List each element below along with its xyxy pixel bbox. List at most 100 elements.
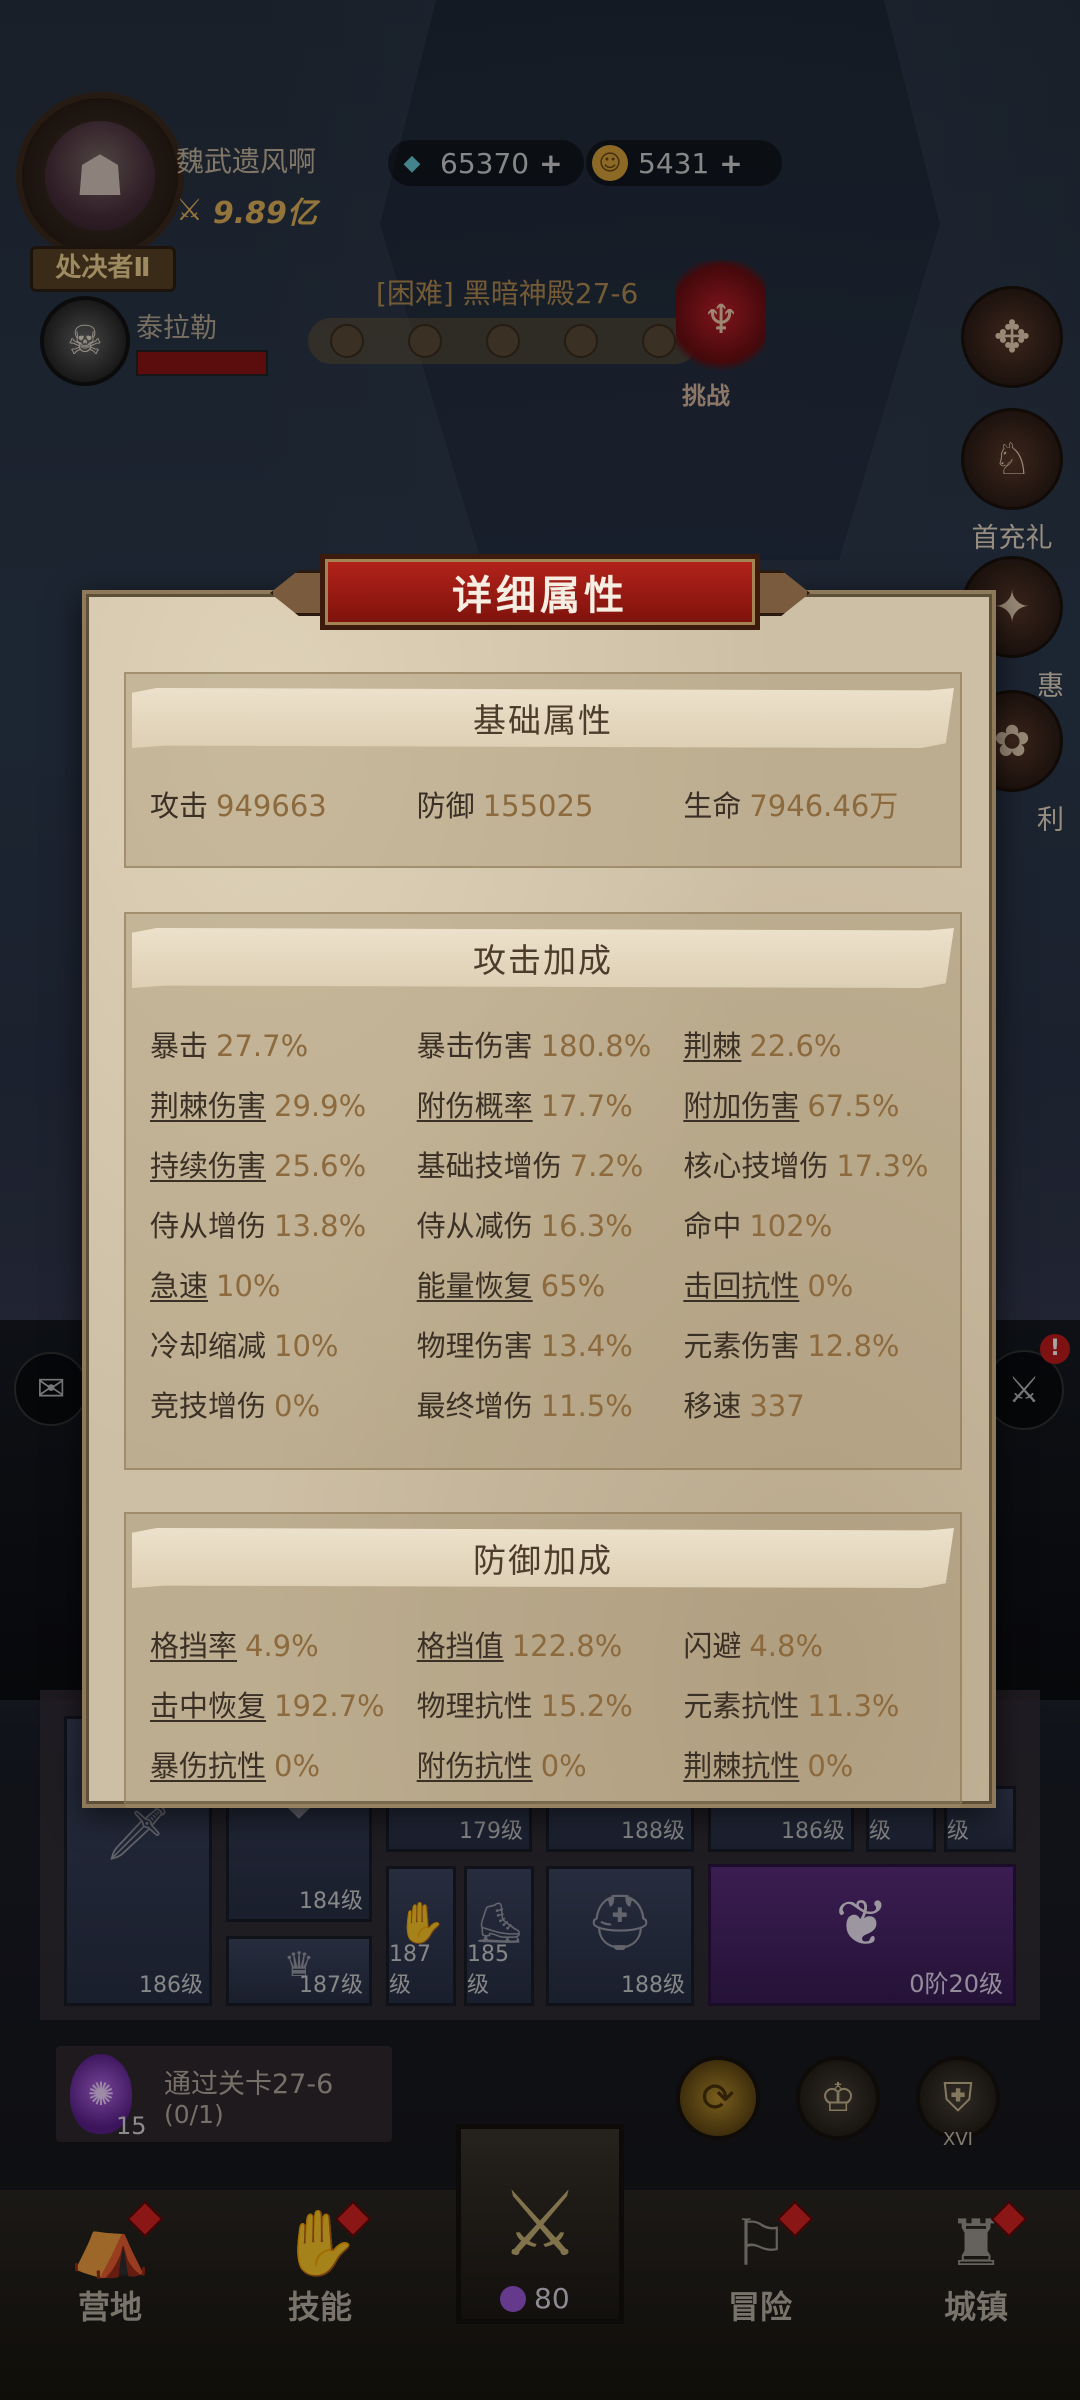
attribute-cell[interactable]: 附伤抗性 0% (417, 1743, 684, 1785)
attribute-cell[interactable]: 附伤概率 17.7% (417, 1083, 684, 1125)
attribute-value: 0% (540, 1749, 587, 1783)
attribute-cell: 暴击伤害 180.8% (417, 1023, 684, 1065)
attribute-value: 13.4% (540, 1329, 633, 1363)
attribute-name: 闪避 (683, 1629, 742, 1663)
attribute-cell[interactable]: 格挡值 122.8% (417, 1623, 684, 1665)
attack-rows: 暴击 27.7% 暴击伤害 180.8% 荆棘 22.6% 荆棘伤害 29.9% 附伤概率 17.… (150, 1014, 950, 1434)
attribute-cell: 移速 337 (683, 1383, 950, 1425)
attribute-name[interactable]: 附伤概率 (417, 1089, 533, 1123)
attribute-cell: 基础技增伤 7.2% (417, 1143, 684, 1185)
attribute-name[interactable]: 附伤抗性 (417, 1749, 533, 1783)
section-header: 攻击加成 (132, 928, 954, 988)
attribute-cell[interactable]: 附加伤害 67.5% (683, 1083, 950, 1125)
attribute-cell[interactable]: 荆棘 22.6% (683, 1023, 950, 1065)
attribute-name: 命中 (683, 1209, 742, 1243)
attribute-cell[interactable]: 击回抗性 0% (683, 1263, 950, 1305)
modal-title-banner: 详细属性 (270, 550, 810, 634)
attribute-name[interactable]: 击回抗性 (683, 1269, 799, 1303)
attribute-name[interactable]: 荆棘 (683, 1029, 741, 1063)
attribute-value: 4.9% (245, 1629, 319, 1663)
attribute-row: 格挡率 4.9% 格挡值 122.8% 闪避 4.8% (150, 1614, 950, 1674)
attribute-cell: 生命 7946.46万 (683, 783, 950, 825)
attribute-value: 155025 (482, 789, 594, 823)
attribute-cell[interactable]: 荆棘抗性 0% (683, 1743, 950, 1785)
attribute-name: 元素抗性 (683, 1689, 800, 1723)
attribute-value: 0% (274, 1389, 321, 1423)
attribute-value: 192.7% (274, 1689, 385, 1723)
attribute-value: 11.3% (807, 1689, 900, 1723)
attribute-cell[interactable]: 急速 10% (150, 1263, 417, 1305)
attribute-cell: 侍从减伤 16.3% (417, 1203, 684, 1245)
attribute-name[interactable]: 击中恢复 (150, 1689, 266, 1723)
attribute-name: 侍从增伤 (150, 1209, 267, 1243)
attribute-name: 元素伤害 (683, 1329, 800, 1363)
attribute-cell: 元素抗性 11.3% (683, 1683, 950, 1725)
section-header: 基础属性 (132, 688, 954, 748)
attribute-name[interactable]: 格挡率 (150, 1629, 237, 1663)
attribute-row: 击中恢复 192.7% 物理抗性 15.2% 元素抗性 11.3% (150, 1674, 950, 1734)
attribute-cell[interactable]: 能量恢复 65% (417, 1263, 684, 1305)
attribute-row: 侍从增伤 13.8% 侍从减伤 16.3% 命中 102% (150, 1194, 950, 1254)
attribute-row: 攻击 949663 防御 155025 生命 7946.46万 (150, 774, 950, 834)
attribute-name[interactable]: 荆棘伤害 (150, 1089, 266, 1123)
attribute-value: 15.2% (540, 1689, 633, 1723)
attribute-name: 最终增伤 (416, 1389, 533, 1423)
attribute-row: 竞技增伤 0% 最终增伤 11.5% 移速 337 (150, 1374, 950, 1434)
attribute-name[interactable]: 附加伤害 (683, 1089, 799, 1123)
attribute-name: 防御 (416, 789, 475, 823)
section-title: 攻击加成 (473, 941, 613, 980)
attribute-name: 暴击 (150, 1029, 209, 1063)
attribute-name: 竞技增伤 (150, 1389, 267, 1423)
attribute-cell: 命中 102% (683, 1203, 950, 1245)
attribute-value: 0% (807, 1749, 854, 1783)
attribute-cell: 元素伤害 12.8% (683, 1323, 950, 1365)
attribute-name: 物理伤害 (416, 1329, 533, 1363)
attribute-row: 荆棘伤害 29.9% 附伤概率 17.7% 附加伤害 67.5% (150, 1074, 950, 1134)
attribute-value: 180.8% (540, 1029, 652, 1063)
attribute-row: 暴伤抗性 0% 附伤抗性 0% 荆棘抗性 0% (150, 1734, 950, 1794)
attribute-name[interactable]: 能量恢复 (417, 1269, 533, 1303)
attribute-cell: 闪避 4.8% (683, 1623, 950, 1665)
attribute-name: 基础技增伤 (416, 1149, 562, 1183)
basic-rows: 攻击 949663 防御 155025 生命 7946.46万 (150, 774, 950, 834)
section-basic: 基础属性 攻击 949663 防御 155025 生命 7946.46万 (124, 672, 962, 868)
attribute-name[interactable]: 暴伤抗性 (150, 1749, 266, 1783)
section-title: 防御加成 (473, 1541, 613, 1580)
section-title: 基础属性 (473, 701, 613, 740)
attribute-name[interactable]: 格挡值 (417, 1629, 504, 1663)
attribute-row: 持续伤害 25.6% 基础技增伤 7.2% 核心技增伤 17.3% (150, 1134, 950, 1194)
attribute-name[interactable]: 急速 (150, 1269, 208, 1303)
attribute-cell[interactable]: 持续伤害 25.6% (150, 1143, 417, 1185)
attribute-value: 0% (807, 1269, 854, 1303)
attribute-value: 337 (749, 1389, 805, 1423)
attribute-name: 生命 (683, 789, 742, 823)
attribute-name: 物理抗性 (416, 1689, 533, 1723)
attribute-value: 16.3% (540, 1209, 633, 1243)
attribute-cell: 核心技增伤 17.3% (683, 1143, 950, 1185)
attribute-cell[interactable]: 暴伤抗性 0% (150, 1743, 417, 1785)
attribute-detail-modal: 基础属性 攻击 949663 防御 155025 生命 7946.46万 攻击加成 暴击 2… (82, 590, 996, 1808)
attribute-cell: 物理伤害 13.4% (417, 1323, 684, 1365)
attribute-cell[interactable]: 格挡率 4.9% (150, 1623, 417, 1665)
section-attack: 攻击加成 暴击 27.7% 暴击伤害 180.8% 荆棘 22.6% 荆棘伤害 29.9% 附伤… (124, 912, 962, 1470)
attribute-cell: 物理抗性 15.2% (417, 1683, 684, 1725)
attribute-value: 13.8% (274, 1209, 367, 1243)
attribute-value: 10% (274, 1329, 339, 1363)
attribute-value: 102% (749, 1209, 833, 1243)
attribute-name[interactable]: 荆棘抗性 (683, 1749, 799, 1783)
attribute-cell[interactable]: 击中恢复 192.7% (150, 1683, 417, 1725)
modal-title: 详细属性 (452, 573, 628, 619)
attribute-row: 暴击 27.7% 暴击伤害 180.8% 荆棘 22.6% (150, 1014, 950, 1074)
attribute-cell: 冷却缩减 10% (150, 1323, 417, 1365)
attribute-value: 67.5% (807, 1089, 900, 1123)
attribute-value: 29.9% (274, 1089, 367, 1123)
attribute-cell: 侍从增伤 13.8% (150, 1203, 417, 1245)
attribute-value: 22.6% (749, 1029, 842, 1063)
attribute-name[interactable]: 持续伤害 (150, 1149, 266, 1183)
attribute-value: 25.6% (274, 1149, 367, 1183)
attribute-row: 急速 10% 能量恢复 65% 击回抗性 0% (150, 1254, 950, 1314)
attribute-cell[interactable]: 荆棘伤害 29.9% (150, 1083, 417, 1125)
attribute-name: 暴击伤害 (416, 1029, 533, 1063)
attribute-name: 冷却缩减 (150, 1329, 267, 1363)
attribute-value: 7.2% (569, 1149, 644, 1183)
